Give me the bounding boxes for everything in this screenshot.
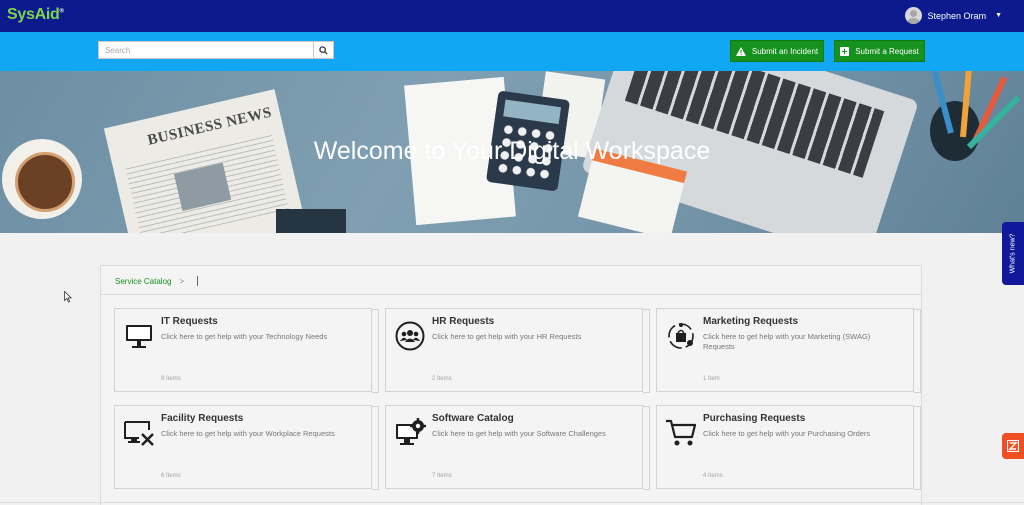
panel-divider xyxy=(101,294,921,295)
plus-square-icon xyxy=(840,46,850,56)
search-button[interactable] xyxy=(313,42,333,58)
z-logo-icon xyxy=(1007,440,1019,452)
user-name: Stephen Oram xyxy=(927,10,987,21)
user-menu[interactable]: Stephen Oram ▼ xyxy=(904,7,1002,24)
monitor-icon xyxy=(122,319,156,353)
breadcrumb-cursor xyxy=(197,276,199,286)
monitor-gear-icon xyxy=(393,416,427,450)
category-card-purchasing-requests[interactable]: Purchasing Requests Click here to get he… xyxy=(656,405,921,490)
hero-title: Welcome to Your Digital Workspace xyxy=(313,137,711,165)
screen-tools-icon xyxy=(122,416,156,450)
page-bottom-edge xyxy=(0,502,1024,503)
top-navigation-bar: SysAid® Stephen Oram ▼ xyxy=(0,0,1024,32)
warning-triangle-icon xyxy=(735,46,746,56)
breadcrumb: Service Catalog > xyxy=(115,276,199,286)
search-box xyxy=(98,41,334,59)
category-card-facility-requests[interactable]: Facility Requests Click here to get help… xyxy=(114,405,379,490)
search-icon xyxy=(319,45,328,55)
floating-widget-button[interactable] xyxy=(1002,433,1024,459)
id-card-decoration xyxy=(276,209,346,233)
caret-down-icon: ▼ xyxy=(995,12,1002,19)
whats-new-tab[interactable]: What's new? xyxy=(1002,222,1024,285)
shopping-bag-cycle-icon xyxy=(664,319,698,353)
category-card-software-catalog[interactable]: Software Catalog Click here to get help … xyxy=(385,405,650,490)
breadcrumb-separator: > xyxy=(179,276,185,286)
mouse-pointer-icon xyxy=(64,291,72,303)
people-group-icon xyxy=(393,319,427,353)
sysaid-logo[interactable]: SysAid® xyxy=(7,6,64,24)
category-card-hr-requests[interactable]: HR Requests Click here to get help with … xyxy=(385,308,650,393)
user-avatar-icon xyxy=(904,7,922,24)
submit-request-button[interactable]: Submit a Request xyxy=(834,40,925,62)
breadcrumb-service-catalog[interactable]: Service Catalog xyxy=(115,277,171,286)
submit-incident-button[interactable]: Submit an Incident xyxy=(730,40,824,62)
search-input[interactable] xyxy=(99,42,313,58)
category-card-it-requests[interactable]: IT Requests Click here to get help with … xyxy=(114,308,379,393)
category-card-marketing-requests[interactable]: Marketing Requests Click here to get hel… xyxy=(656,308,921,393)
shopping-cart-icon xyxy=(664,416,698,450)
hero-banner: BUSINESS NEWS Welcome to Your Digital Wo… xyxy=(0,71,1024,233)
